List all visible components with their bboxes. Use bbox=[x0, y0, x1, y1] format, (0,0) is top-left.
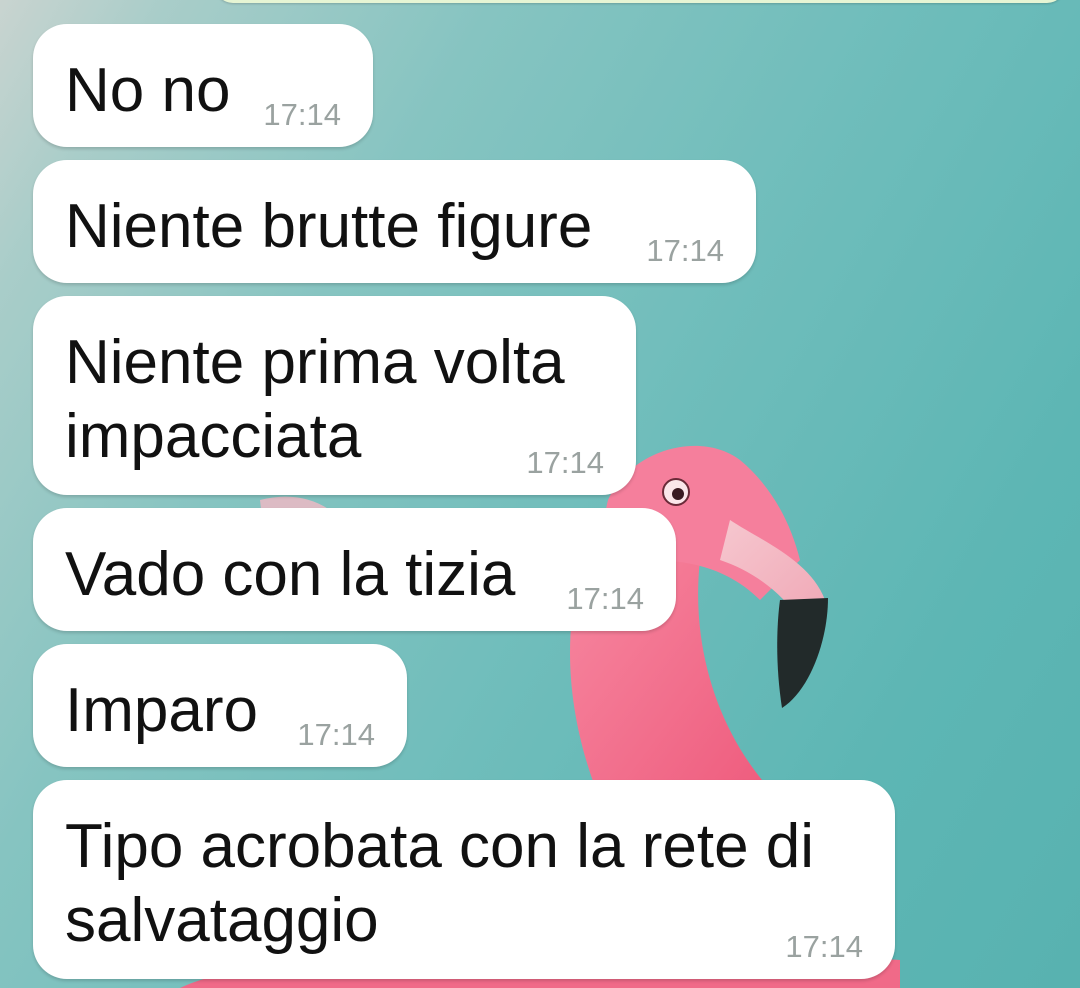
message-text: Niente brutte figure bbox=[65, 190, 592, 264]
message-timestamp: 17:14 bbox=[526, 445, 604, 480]
message-timestamp: 17:14 bbox=[566, 581, 644, 616]
message-text-line: Vado con la tizia bbox=[65, 540, 516, 609]
message-text: Imparo bbox=[65, 674, 258, 748]
message-timestamp: 17:14 bbox=[263, 97, 341, 132]
message-timestamp: 17:14 bbox=[785, 929, 863, 964]
message-text-line: Tipo acrobata con la rete di bbox=[65, 812, 815, 881]
message-bubble[interactable]: Tipo acrobata con la rete di salvataggio… bbox=[33, 780, 895, 979]
message-timestamp: 17:14 bbox=[297, 717, 375, 752]
message-text-line: Niente brutte figure bbox=[65, 192, 593, 261]
message-text-line: salvataggio bbox=[65, 886, 379, 955]
message-bubble[interactable]: No no 17:14 bbox=[33, 24, 373, 147]
message-text-line: Imparo bbox=[65, 676, 258, 745]
message-bubble[interactable]: Vado con la tizia 17:14 bbox=[33, 508, 676, 631]
message-timestamp: 17:14 bbox=[646, 233, 724, 268]
message-text-line: No no bbox=[65, 56, 231, 125]
message-bubble[interactable]: Niente brutte figure 17:14 bbox=[33, 160, 756, 283]
message-text-line: impacciata bbox=[65, 402, 362, 471]
message-text: Tipo acrobata con la rete di salvataggio bbox=[65, 810, 814, 958]
message-text-line: Niente prima volta bbox=[65, 328, 565, 397]
message-bubble[interactable]: Niente prima volta impacciata 17:14 bbox=[33, 296, 636, 495]
message-text: Niente prima volta impacciata bbox=[65, 326, 565, 474]
message-text: No no bbox=[65, 54, 230, 128]
message-text: Vado con la tizia bbox=[65, 538, 515, 612]
message-bubble[interactable]: Imparo 17:14 bbox=[33, 644, 407, 767]
sent-message-bubble-partial[interactable] bbox=[215, 0, 1065, 3]
